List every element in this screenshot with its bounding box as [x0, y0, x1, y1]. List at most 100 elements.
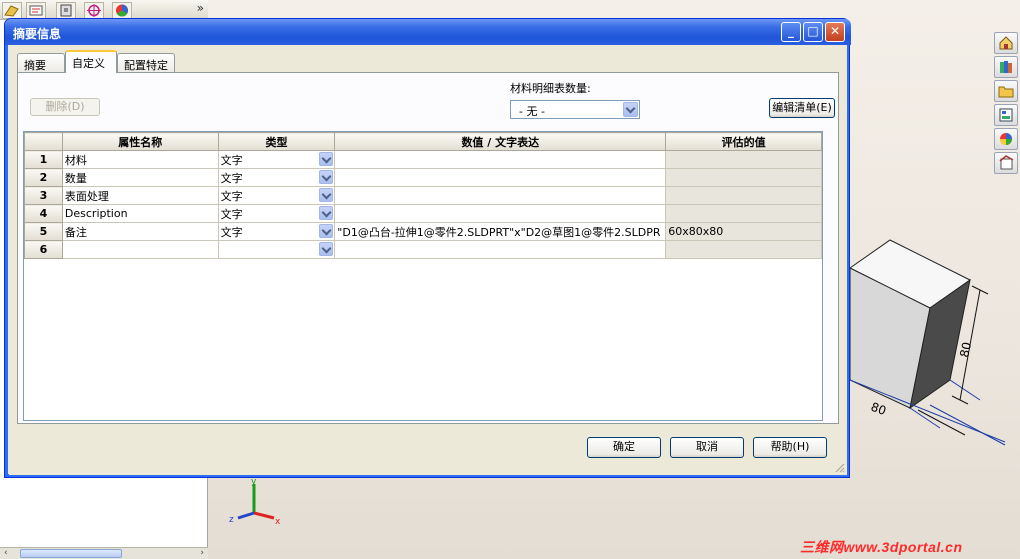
appearances-icon[interactable]: [994, 128, 1018, 150]
evaluated-value-cell: [665, 204, 822, 223]
axis-y-label: y: [251, 478, 257, 487]
ok-button[interactable]: 确定: [587, 437, 661, 458]
chevron-down-icon[interactable]: [319, 206, 334, 220]
table-row[interactable]: 6: [24, 240, 822, 259]
properties-table: 属性名称 类型 数值 / 文字表达 评估的值 1 材料 文字 2 数量 文字 3…: [24, 132, 822, 259]
overflow-chevron-icon[interactable]: »: [197, 1, 204, 15]
row-number[interactable]: 4: [24, 204, 63, 223]
column-header-property-name[interactable]: 属性名称: [61, 132, 219, 151]
evaluated-value-cell: [665, 240, 822, 259]
property-name-cell[interactable]: Description: [61, 204, 219, 223]
row-number[interactable]: 3: [24, 186, 63, 205]
column-header-value[interactable]: 数值 / 文字表达: [334, 132, 667, 151]
value-cell[interactable]: [334, 186, 667, 205]
type-value: 文字: [220, 189, 243, 203]
evaluated-value-cell: 60x80x80: [665, 222, 822, 241]
column-header-evaluated-value[interactable]: 评估的值: [665, 132, 822, 151]
property-manager-tab-icon[interactable]: [26, 2, 46, 19]
tab-configuration-specific[interactable]: 配置特定: [117, 53, 175, 72]
value-cell[interactable]: [334, 204, 667, 223]
chevron-down-icon[interactable]: [319, 170, 334, 184]
type-cell[interactable]: 文字: [217, 150, 336, 169]
row-number[interactable]: 2: [24, 168, 63, 187]
type-value: 文字: [220, 171, 243, 185]
column-header-type[interactable]: 类型: [217, 132, 336, 151]
type-value: 文字: [220, 225, 243, 239]
chevron-down-icon[interactable]: [319, 152, 334, 166]
chevron-down-icon[interactable]: [319, 188, 334, 202]
value-cell[interactable]: [334, 150, 667, 169]
display-manager-tab-icon[interactable]: [112, 2, 132, 19]
axis-z-label: z: [229, 515, 234, 525]
row-number-header: [24, 132, 63, 151]
type-cell[interactable]: 文字: [217, 222, 336, 241]
close-button[interactable]: ✕: [825, 22, 845, 42]
design-library-icon[interactable]: [994, 56, 1018, 78]
scrollbar-thumb[interactable]: [20, 549, 122, 558]
help-button[interactable]: 帮助(H): [753, 437, 827, 458]
evaluated-value-cell: [665, 186, 822, 205]
tab-custom[interactable]: 自定义: [65, 50, 117, 73]
table-row[interactable]: 4 Description 文字: [24, 204, 822, 223]
row-number[interactable]: 6: [24, 240, 63, 259]
property-name-cell[interactable]: 材料: [61, 150, 219, 169]
bom-quantity-select[interactable]: - 无 -: [510, 100, 640, 119]
file-explorer-icon[interactable]: [994, 80, 1018, 102]
custom-properties-icon[interactable]: [994, 152, 1018, 174]
bom-quantity-label: 材料明细表数量:: [510, 82, 591, 95]
maximize-button[interactable]: □: [803, 22, 823, 42]
dialog-client-area: 摘要 自定义 配置特定 删除(D) 材料明细表数量: - 无 - 编辑清单(E): [9, 45, 847, 475]
type-cell[interactable]: 文字: [217, 204, 336, 223]
resources-home-icon[interactable]: [994, 32, 1018, 54]
property-name-cell[interactable]: 表面处理: [61, 186, 219, 205]
bom-quantity-value: - 无 -: [519, 105, 545, 118]
custom-tab-panel: 删除(D) 材料明细表数量: - 无 - 编辑清单(E) 属性名称 类型 数值 …: [17, 72, 839, 424]
type-cell[interactable]: 文字: [217, 186, 336, 205]
view-palette-icon[interactable]: [994, 104, 1018, 126]
evaluated-value-cell: [665, 150, 822, 169]
type-value: 文字: [220, 207, 243, 221]
custom-properties-grid: 属性名称 类型 数值 / 文字表达 评估的值 1 材料 文字 2 数量 文字 3…: [23, 131, 823, 421]
row-number[interactable]: 5: [24, 222, 63, 241]
chevron-down-icon[interactable]: [319, 224, 334, 238]
property-name-cell[interactable]: [61, 240, 219, 259]
value-cell[interactable]: [334, 240, 667, 259]
configuration-manager-tab-icon[interactable]: [56, 2, 76, 19]
table-header-row: 属性名称 类型 数值 / 文字表达 评估的值: [24, 132, 822, 151]
row-number[interactable]: 1: [24, 150, 63, 169]
3d-block-model[interactable]: 80 80: [830, 230, 1020, 460]
reference-triad: y x z: [229, 478, 281, 527]
minimize-button[interactable]: _: [781, 22, 801, 42]
site-watermark: 三维网www.3dportal.cn: [800, 539, 963, 555]
table-row[interactable]: 5 备注 文字 "D1@凸台-拉伸1@零件2.SLDPRT"x"D2@草图1@零…: [24, 222, 822, 241]
scroll-right-icon[interactable]: ›: [200, 548, 204, 558]
task-pane: [994, 32, 1020, 182]
chevron-down-icon[interactable]: [319, 242, 334, 256]
type-cell[interactable]: 文字: [217, 168, 336, 187]
feature-manager-toolbar: »: [0, 0, 208, 20]
dialog-title: 摘要信息: [13, 27, 62, 41]
evaluated-value-cell: [665, 168, 822, 187]
table-row[interactable]: 2 数量 文字: [24, 168, 822, 187]
feature-tree-tab-icon[interactable]: [2, 2, 22, 19]
delete-button[interactable]: 删除(D): [30, 98, 100, 116]
axis-x-label: x: [275, 517, 281, 527]
property-name-cell[interactable]: 数量: [61, 168, 219, 187]
tab-summary[interactable]: 摘要: [17, 53, 65, 72]
grid-vertical-scrollbar[interactable]: [824, 131, 838, 421]
table-row[interactable]: 3 表面处理 文字: [24, 186, 822, 205]
edit-list-button[interactable]: 编辑清单(E): [769, 98, 835, 118]
dimxpert-tab-icon[interactable]: [84, 2, 104, 19]
chevron-down-icon[interactable]: [623, 102, 638, 117]
cancel-button[interactable]: 取消: [670, 437, 744, 458]
property-name-cell[interactable]: 备注: [61, 222, 219, 241]
dialog-titlebar[interactable]: 摘要信息 _ □ ✕: [5, 19, 851, 45]
feature-manager-hscrollbar[interactable]: ‹ ›: [0, 547, 208, 559]
type-cell[interactable]: [217, 240, 336, 259]
scroll-left-icon[interactable]: ‹: [4, 548, 8, 558]
value-cell[interactable]: "D1@凸台-拉伸1@零件2.SLDPRT"x"D2@草图1@零件2.SLDPR: [334, 222, 667, 241]
value-cell[interactable]: [334, 168, 667, 187]
type-value: 文字: [220, 153, 243, 167]
table-row[interactable]: 1 材料 文字: [24, 150, 822, 169]
resize-grip-icon[interactable]: [833, 461, 845, 473]
